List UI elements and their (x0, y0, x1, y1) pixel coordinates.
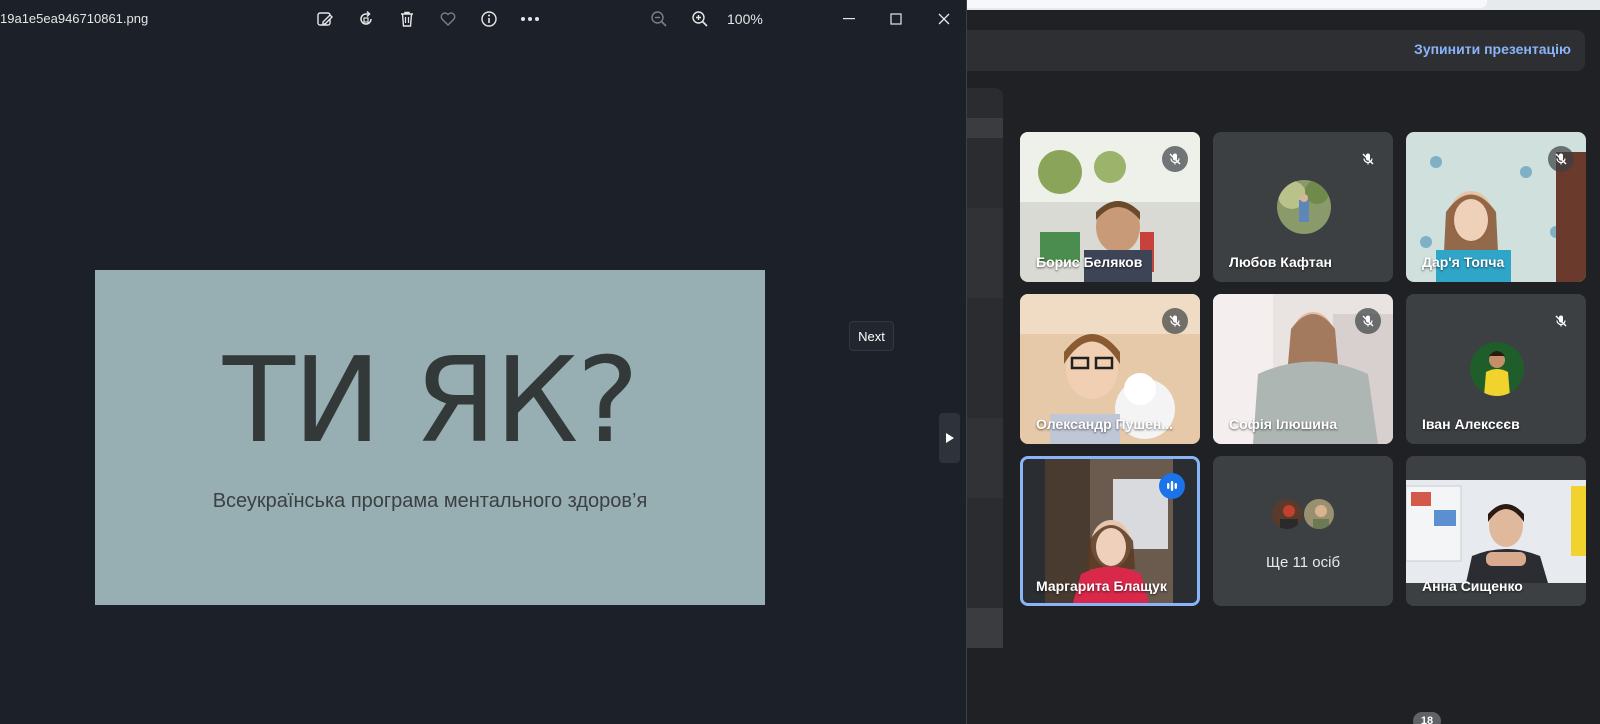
minimize-icon[interactable] (838, 8, 860, 30)
avatar (1302, 497, 1336, 531)
participant-name: Дар'я Топча (1422, 254, 1505, 270)
rotate-icon[interactable] (355, 8, 377, 30)
avatar (1277, 180, 1331, 234)
mic-off-icon (1548, 146, 1574, 172)
participant-tile[interactable]: Іван Алексєєв (1406, 294, 1586, 444)
speaking-indicator-icon (1159, 473, 1185, 499)
participant-count-badge[interactable]: 18 (1413, 712, 1441, 724)
participant-tile[interactable]: Любов Кафтан (1213, 132, 1393, 282)
mic-off-icon (1162, 308, 1188, 334)
play-arrow-icon (945, 433, 954, 443)
participant-tile[interactable]: Олександр Пушен... (1020, 294, 1200, 444)
participant-name: Іван Алексєєв (1422, 416, 1520, 432)
info-icon[interactable] (478, 8, 500, 30)
viewer-titlebar: 19a1e5ea946710861.png 100% (0, 0, 966, 38)
mic-off-icon (1548, 308, 1574, 334)
delete-icon[interactable] (396, 8, 418, 30)
next-image-button[interactable] (939, 413, 960, 463)
more-icon[interactable] (519, 8, 541, 30)
avatar (1270, 497, 1304, 531)
participant-tile-speaking[interactable]: Маргарита Блащук (1020, 456, 1200, 606)
photo-viewer-window: 19a1e5ea946710861.png 100% ТИ ЯК? Всеукр… (0, 0, 966, 724)
participant-tile[interactable]: Анна Сищенко (1406, 456, 1586, 606)
presentation-slide: ТИ ЯК? Всеукраїнська програма ментальног… (95, 270, 765, 605)
presentation-bar: Зупинити презентацію (967, 30, 1585, 71)
participant-tile[interactable]: Дар'я Топча (1406, 132, 1586, 282)
zoom-in-icon[interactable] (689, 8, 711, 30)
presentation-side-panel (967, 88, 1003, 648)
zoom-level[interactable]: 100% (727, 11, 763, 27)
edit-image-icon[interactable] (314, 8, 336, 30)
favorite-icon[interactable] (437, 8, 459, 30)
participant-name: Любов Кафтан (1229, 254, 1332, 270)
next-tooltip: Next (849, 321, 894, 351)
more-participants-tile[interactable]: Ще 11 осіб (1213, 456, 1393, 606)
participant-tile[interactable]: Софія Ілюшина (1213, 294, 1393, 444)
zoom-out-icon[interactable] (648, 8, 670, 30)
avatar (1470, 342, 1524, 396)
slide-subtitle: Всеукраїнська програма ментального здоро… (212, 490, 648, 512)
participant-name: Софія Ілюшина (1229, 416, 1338, 432)
maximize-icon[interactable] (885, 8, 907, 30)
more-people-label: Ще 11 осіб (1265, 554, 1341, 571)
meet-window: Зупинити презентацію Борис Беляков Любов… (967, 0, 1600, 724)
participant-tile[interactable]: Борис Беляков (1020, 132, 1200, 282)
file-name: 19a1e5ea946710861.png (0, 11, 149, 26)
participant-name: Анна Сищенко (1422, 578, 1523, 594)
participant-name: Маргарита Блащук (1036, 578, 1167, 594)
mic-off-icon (1162, 146, 1188, 172)
participant-name: Борис Беляков (1036, 254, 1143, 270)
browser-strip (967, 0, 1600, 10)
mic-off-icon (1355, 146, 1381, 172)
stop-presenting-button[interactable]: Зупинити презентацію (1414, 41, 1571, 57)
close-icon[interactable] (933, 8, 955, 30)
slide-title: ТИ ЯК? (222, 331, 639, 469)
participant-name: Олександр Пушен... (1036, 416, 1173, 432)
mic-off-icon (1355, 308, 1381, 334)
